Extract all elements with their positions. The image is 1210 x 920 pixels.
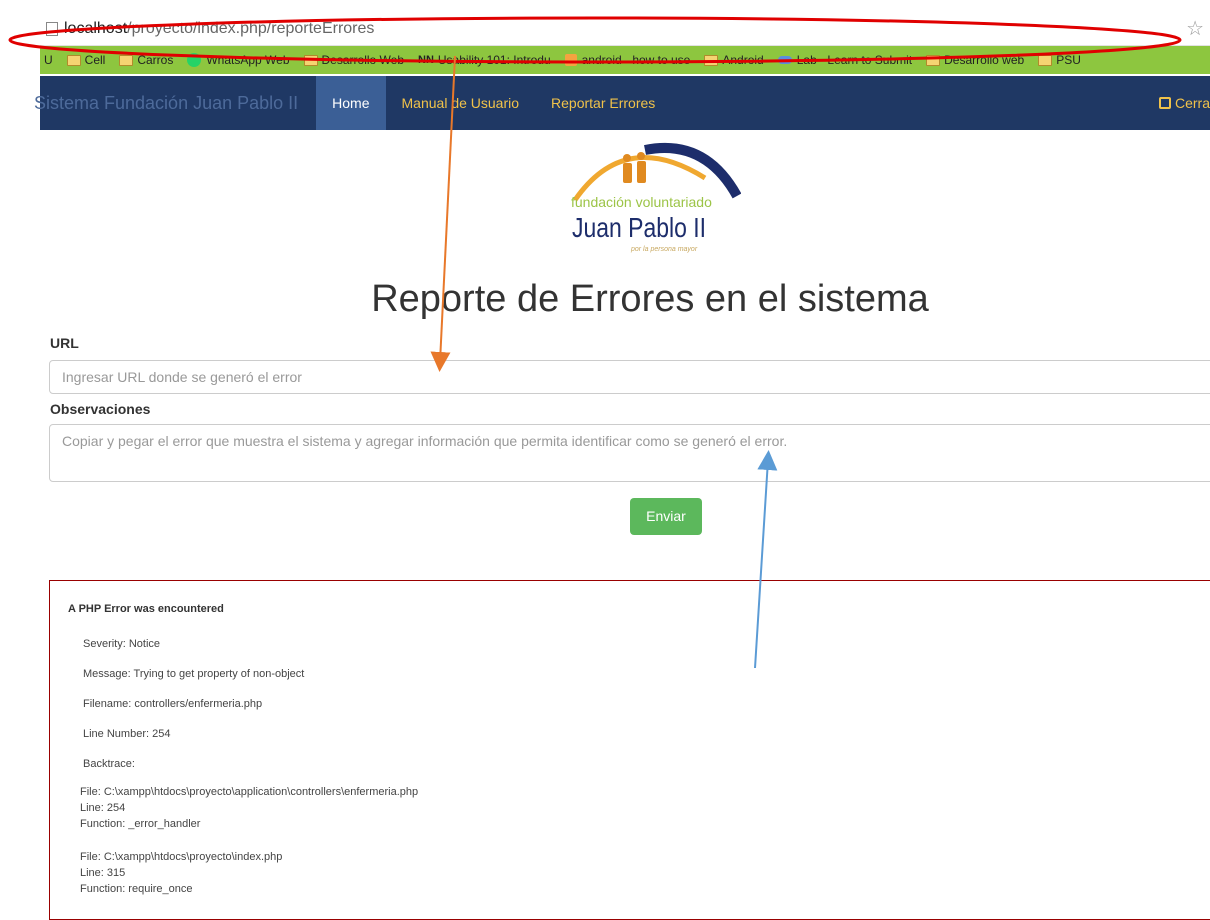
orange-arrow — [430, 55, 456, 372]
highlight-ellipse — [8, 16, 1182, 64]
blue-arrow — [754, 450, 778, 669]
annotation-overlay — [8, 16, 1182, 669]
